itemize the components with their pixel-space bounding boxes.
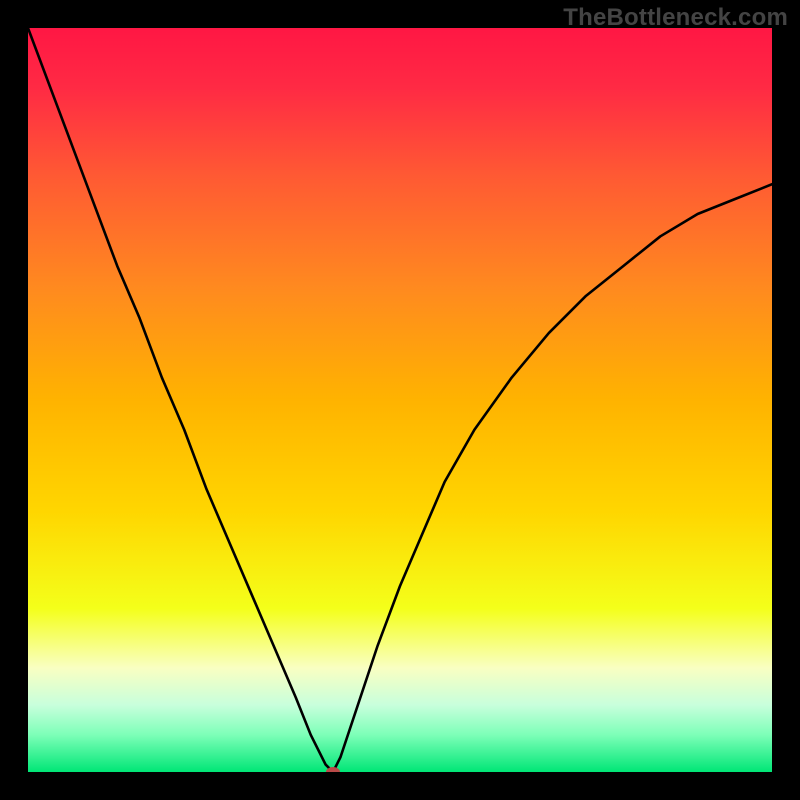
optimum-marker (326, 767, 340, 772)
chart-frame: TheBottleneck.com (0, 0, 800, 800)
bottleneck-curve (28, 28, 772, 772)
watermark-text: TheBottleneck.com (563, 4, 788, 32)
plot-area (28, 28, 772, 772)
